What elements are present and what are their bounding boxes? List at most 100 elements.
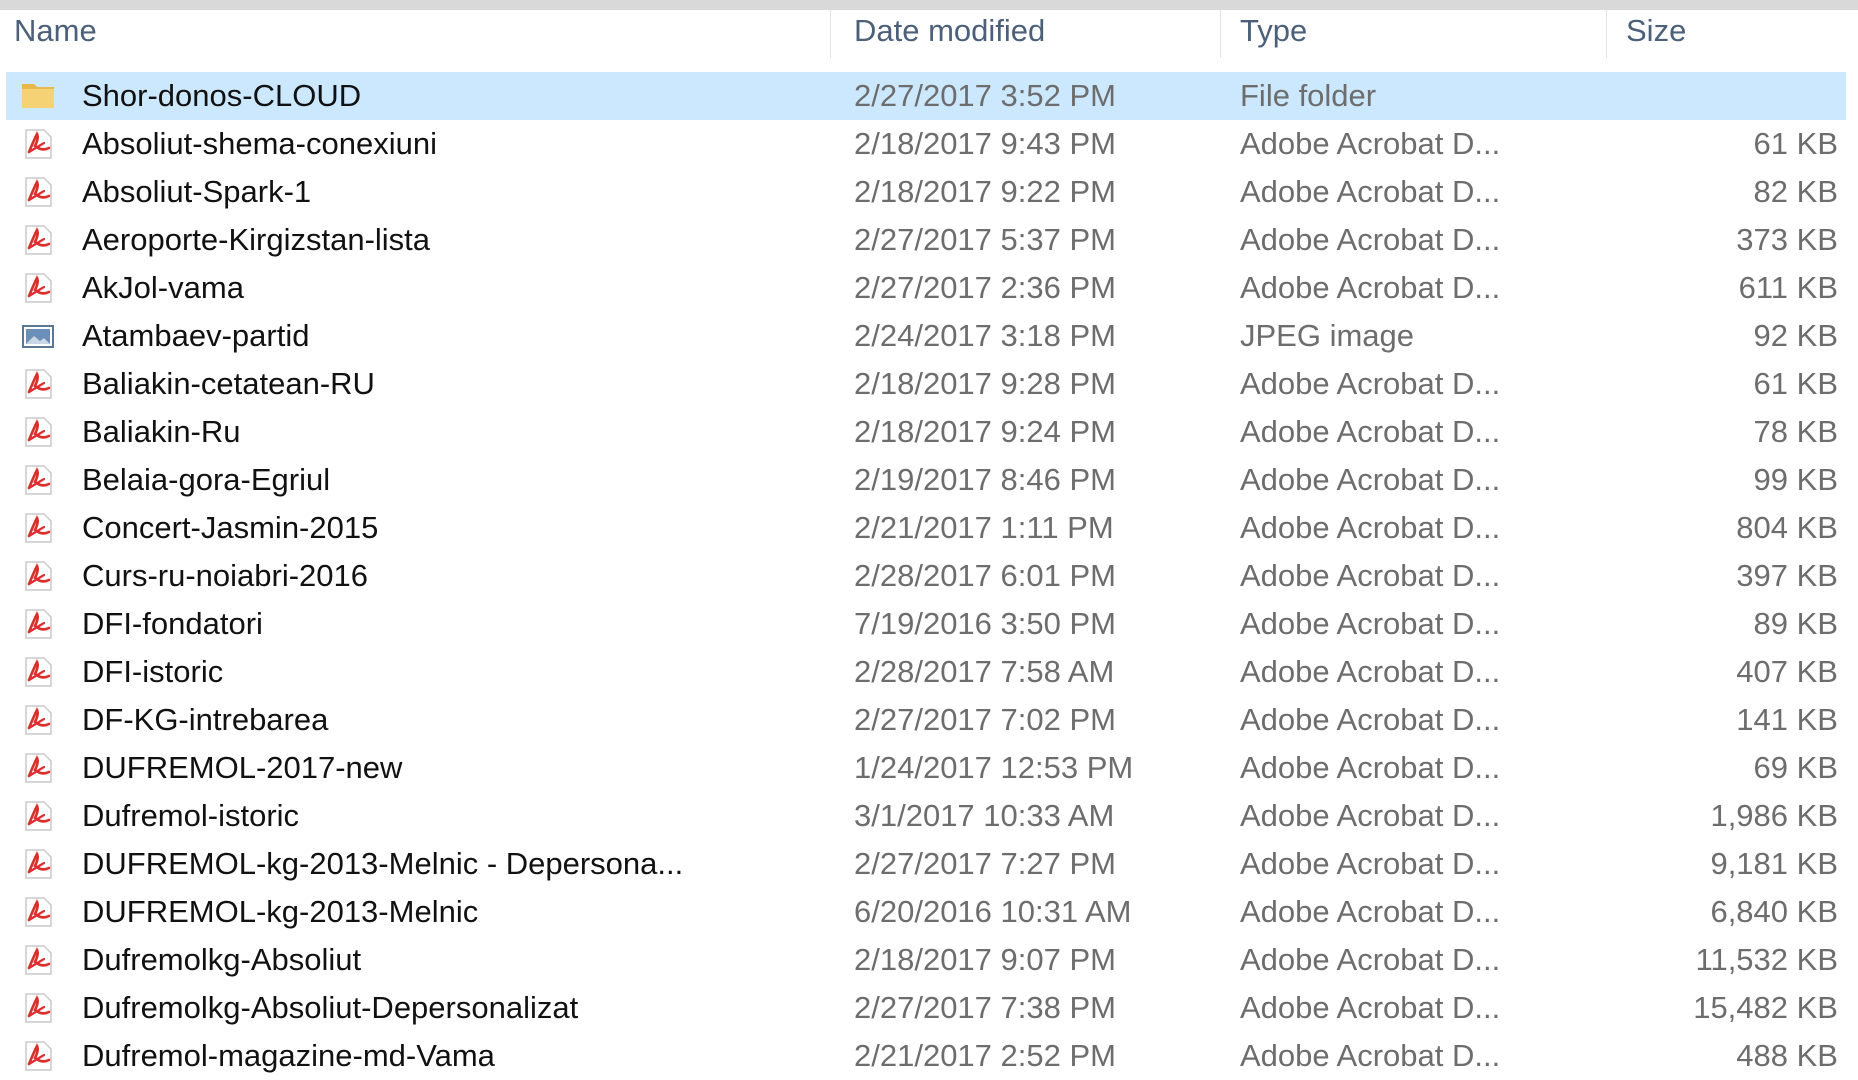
- folder-icon: [22, 84, 54, 108]
- file-type: Adobe Acrobat D...: [1240, 174, 1501, 209]
- column-divider[interactable]: [830, 10, 831, 58]
- pdf-icon: [25, 609, 52, 639]
- pdf-icon: [25, 753, 52, 783]
- column-header-name[interactable]: Name: [0, 10, 830, 52]
- pdf-icon: [25, 177, 52, 207]
- file-size: 92 KB: [1753, 318, 1838, 353]
- file-size: 15,482 KB: [1693, 990, 1838, 1025]
- file-type: Adobe Acrobat D...: [1240, 654, 1501, 689]
- file-name: Aeroporte-Kirgizstan-lista: [82, 222, 431, 257]
- file-type: Adobe Acrobat D...: [1240, 558, 1501, 593]
- file-name: DUFREMOL-kg-2013-Melnic - Depersona...: [82, 846, 684, 881]
- file-row[interactable]: DFI-fondatori 7/19/2016 3:50 PM Adobe Acro…: [0, 600, 1858, 648]
- file-date-modified: 2/28/2017 7:58 AM: [854, 654, 1115, 689]
- column-header-type[interactable]: Type: [1226, 10, 1606, 52]
- column-header-size[interactable]: Size: [1612, 10, 1852, 52]
- column-divider[interactable]: [1606, 10, 1607, 58]
- file-date-modified: 2/27/2017 3:52 PM: [854, 78, 1116, 113]
- file-date-modified: 2/18/2017 9:43 PM: [854, 126, 1116, 161]
- column-divider[interactable]: [1220, 10, 1221, 58]
- file-date-modified: 2/24/2017 3:18 PM: [854, 318, 1116, 353]
- file-date-modified: 2/28/2017 6:01 PM: [854, 558, 1116, 593]
- file-size: 141 KB: [1736, 702, 1838, 737]
- pdf-icon: [25, 993, 52, 1023]
- pdf-icon: [25, 657, 52, 687]
- file-size: 1,986 KB: [1710, 798, 1838, 833]
- file-name: Dufremol-istoric: [82, 798, 300, 833]
- file-row[interactable]: DUFREMOL-kg-2013-Melnic - Depersona... 2/…: [0, 840, 1858, 888]
- file-name: DUFREMOL-2017-new: [82, 750, 403, 785]
- file-type: Adobe Acrobat D...: [1240, 366, 1501, 401]
- file-size: 6,840 KB: [1710, 894, 1838, 929]
- file-type: Adobe Acrobat D...: [1240, 606, 1501, 641]
- pdf-icon: [25, 513, 52, 543]
- file-date-modified: 2/27/2017 5:37 PM: [854, 222, 1116, 257]
- file-type: Adobe Acrobat D...: [1240, 990, 1501, 1025]
- file-row[interactable]: Belaia-gora-Egriul 2/19/2017 8:46 PM Adobe…: [0, 456, 1858, 504]
- file-type: Adobe Acrobat D...: [1240, 750, 1501, 785]
- column-header-date[interactable]: Date modified: [840, 10, 1220, 52]
- file-date-modified: 2/27/2017 2:36 PM: [854, 270, 1116, 305]
- file-name: Baliakin-Ru: [82, 414, 241, 449]
- file-row[interactable]: Baliakin-cetatean-RU 2/18/2017 9:28 PM Ado…: [0, 360, 1858, 408]
- file-size: 804 KB: [1736, 510, 1838, 545]
- file-row[interactable]: Curs-ru-noiabri-2016 2/28/2017 6:01 PM Ado…: [0, 552, 1858, 600]
- file-date-modified: 2/18/2017 9:28 PM: [854, 366, 1116, 401]
- file-date-modified: 2/18/2017 9:07 PM: [854, 942, 1116, 977]
- pdf-icon: [25, 225, 52, 255]
- file-type: Adobe Acrobat D...: [1240, 414, 1501, 449]
- file-name: Absoliut-shema-conexiuni: [82, 126, 437, 161]
- file-row[interactable]: Concert-Jasmin-2015 2/21/2017 1:11 PM Adob…: [0, 504, 1858, 552]
- file-name: DFI-istoric: [82, 654, 224, 689]
- pdf-icon: [25, 465, 52, 495]
- file-type: Adobe Acrobat D...: [1240, 270, 1501, 305]
- pdf-icon: [25, 705, 52, 735]
- file-row[interactable]: DUFREMOL-kg-2013-Melnic 6/20/2016 10:31 A…: [0, 888, 1858, 936]
- file-size: 373 KB: [1736, 222, 1838, 257]
- file-size: 611 KB: [1738, 270, 1838, 305]
- file-row[interactable]: Absoliut-Spark-1 2/18/2017 9:22 PM Adobe A…: [0, 168, 1858, 216]
- file-name: DUFREMOL-kg-2013-Melnic: [82, 894, 479, 929]
- file-name: Dufremolkg-Absoliut: [82, 942, 362, 977]
- file-name: Shor-donos-CLOUD: [82, 78, 362, 113]
- file-row[interactable]: Dufremolkg-Absoliut-Depersonalizat 2/27/2…: [0, 984, 1858, 1032]
- file-date-modified: 2/27/2017 7:02 PM: [854, 702, 1116, 737]
- file-name: AkJol-vama: [82, 270, 244, 305]
- file-type: Adobe Acrobat D...: [1240, 942, 1501, 977]
- file-date-modified: 2/19/2017 8:46 PM: [854, 462, 1116, 497]
- file-size: [1600, 72, 1838, 120]
- file-row[interactable]: Dufremolkg-Absoliut 2/18/2017 9:07 PM Adob…: [0, 936, 1858, 984]
- file-row[interactable]: DF-KG-intrebarea 2/27/2017 7:02 PM Adobe A…: [0, 696, 1858, 744]
- file-row[interactable]: DFI-istoric 2/28/2017 7:58 AM Adobe Acroba…: [0, 648, 1858, 696]
- file-name: DF-KG-intrebarea: [82, 702, 329, 737]
- file-size: 82 KB: [1753, 174, 1838, 209]
- file-row[interactable]: Dufremol-istoric 3/1/2017 10:33 AM Adobe A…: [0, 792, 1858, 840]
- file-size: 397 KB: [1736, 558, 1838, 593]
- file-row[interactable]: AkJol-vama 2/27/2017 2:36 PM Adobe Acrobat…: [0, 264, 1858, 312]
- file-type: JPEG image: [1240, 318, 1415, 353]
- file-type: Adobe Acrobat D...: [1240, 702, 1501, 737]
- file-name: Dufremolkg-Absoliut-Depersonalizat: [82, 990, 579, 1025]
- file-row[interactable]: Absoliut-shema-conexiuni 2/18/2017 9:43 P…: [0, 120, 1858, 168]
- file-name: DFI-fondatori: [82, 606, 263, 641]
- file-date-modified: 1/24/2017 12:53 PM: [854, 750, 1134, 785]
- file-name: Curs-ru-noiabri-2016: [82, 558, 369, 593]
- pdf-icon: [25, 369, 52, 399]
- file-row[interactable]: DUFREMOL-2017-new 1/24/2017 12:53 PM Adobe…: [0, 744, 1858, 792]
- file-type: Adobe Acrobat D...: [1240, 126, 1501, 161]
- file-row[interactable]: Atambaev-partid 2/24/2017 3:18 PM JPEG ima…: [0, 312, 1858, 360]
- file-type: Adobe Acrobat D...: [1240, 222, 1501, 257]
- file-size: 9,181 KB: [1710, 846, 1838, 881]
- file-date-modified: 7/19/2016 3:50 PM: [854, 606, 1116, 641]
- file-size: 61 KB: [1753, 366, 1838, 401]
- image-icon: [22, 325, 54, 348]
- file-row[interactable]: Shor-donos-CLOUD 2/27/2017 3:52 PM File fo…: [0, 72, 1858, 120]
- pdf-icon: [25, 1041, 52, 1071]
- file-row[interactable]: Baliakin-Ru 2/18/2017 9:24 PM Adobe Acroba…: [0, 408, 1858, 456]
- file-row[interactable]: Aeroporte-Kirgizstan-lista 2/27/2017 5:37…: [0, 216, 1858, 264]
- pdf-icon: [25, 561, 52, 591]
- pdf-icon: [25, 897, 52, 927]
- file-date-modified: 6/20/2016 10:31 AM: [854, 894, 1132, 929]
- pdf-icon: [25, 129, 52, 159]
- file-size: 11,532 KB: [1695, 942, 1838, 977]
